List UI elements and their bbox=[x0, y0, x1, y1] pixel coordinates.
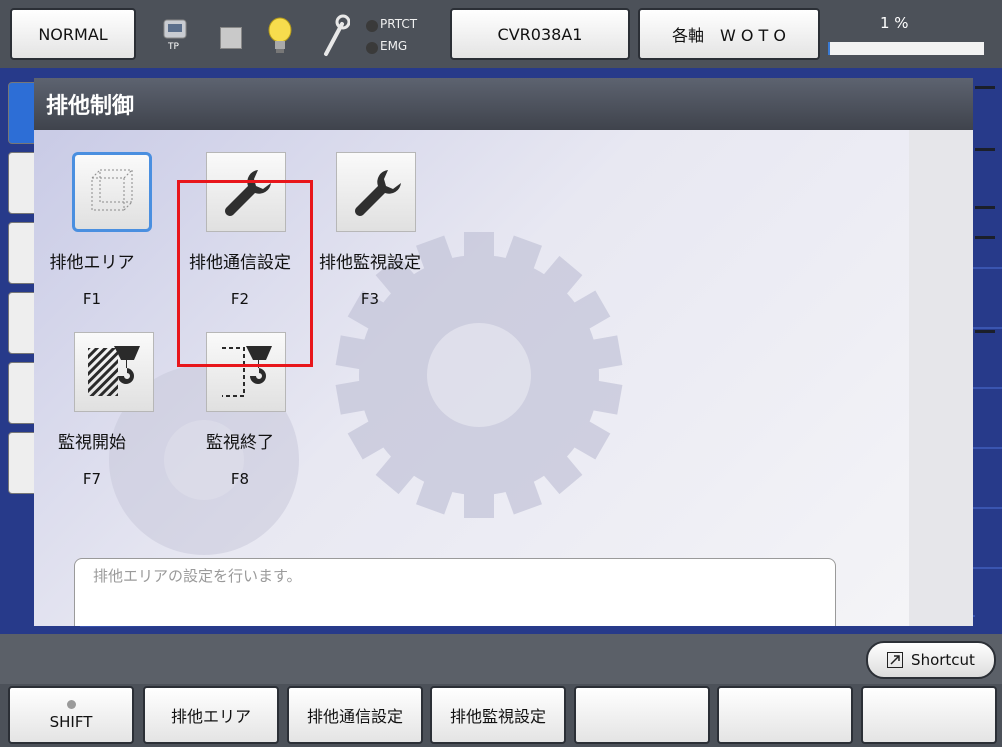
fkey-f5-button[interactable] bbox=[717, 686, 853, 744]
side-tab-2[interactable] bbox=[8, 152, 36, 214]
jog-mode-button[interactable]: 各軸 W O T O bbox=[638, 8, 820, 60]
fkey-f1-button[interactable]: 排他エリア bbox=[143, 686, 279, 744]
shift-label: SHIFT bbox=[49, 712, 93, 731]
menu-item-label: 監視開始 bbox=[58, 433, 126, 453]
mode-button[interactable]: NORMAL bbox=[10, 8, 136, 60]
fkey-f4-button[interactable] bbox=[574, 686, 710, 744]
shift-indicator-led bbox=[66, 699, 76, 709]
fkey-f1-label: 排他エリア bbox=[170, 707, 251, 726]
description-box: 排他エリアの設定を行います。 bbox=[74, 558, 836, 626]
speed-label: 1 % bbox=[880, 14, 909, 32]
monitor-start-icon bbox=[74, 332, 154, 412]
shortcut-button[interactable]: Shortcut bbox=[866, 641, 996, 679]
dialog-title: 排他制御 bbox=[34, 78, 973, 130]
selection-highlight-box bbox=[177, 180, 313, 367]
prtct-led bbox=[366, 20, 378, 32]
fkey-f2-button[interactable]: 排他通信設定 bbox=[287, 686, 423, 744]
fkey-f6-button[interactable] bbox=[861, 686, 997, 744]
shift-button[interactable]: SHIFT bbox=[8, 686, 134, 744]
side-tab-4[interactable] bbox=[8, 292, 36, 354]
area-box-icon bbox=[72, 152, 152, 232]
program-label: CVR038A1 bbox=[497, 24, 583, 44]
emg-label: EMG bbox=[380, 39, 408, 53]
lamp-icon bbox=[266, 16, 294, 56]
menu-item-label: 排他エリア bbox=[49, 253, 135, 273]
scale-mark bbox=[975, 148, 995, 151]
menu-item-key: F7 bbox=[82, 470, 102, 488]
scale-mark bbox=[975, 236, 995, 239]
menu-item-key: F1 bbox=[82, 290, 102, 308]
tp-label: TP bbox=[168, 42, 179, 52]
function-key-bar: SHIFT 排他エリア 排他通信設定 排他監視設定 bbox=[0, 684, 1002, 747]
prtct-label: PRTCT bbox=[380, 17, 418, 31]
program-button[interactable]: CVR038A1 bbox=[450, 8, 630, 60]
side-tab-6[interactable] bbox=[8, 432, 36, 494]
side-tab-5[interactable] bbox=[8, 362, 36, 424]
side-tab-1[interactable] bbox=[8, 82, 36, 144]
menu-item-key: F3 bbox=[360, 290, 380, 308]
shortcut-label: Shortcut bbox=[911, 651, 975, 669]
tool-wrench-icon bbox=[320, 14, 351, 58]
menu-item-monitor-start[interactable]: 監視開始 F7 bbox=[42, 318, 172, 493]
teach-pendant-icon[interactable]: TP bbox=[162, 16, 188, 54]
menu-item-label: 排他監視設定 bbox=[319, 253, 421, 273]
exclusive-control-dialog: 排他制御 排他エリア F1 排他通信設定 F2 排他監視設定 F3 監視開始 F… bbox=[34, 78, 973, 626]
fkey-f3-button[interactable]: 排他監視設定 bbox=[430, 686, 566, 744]
stop-status-icon bbox=[220, 27, 242, 49]
menu-item-exclusive-area[interactable]: 排他エリア F1 bbox=[40, 138, 170, 313]
fkey-f3-label: 排他監視設定 bbox=[449, 707, 546, 726]
menu-item-exclusive-monitor-settings[interactable]: 排他監視設定 F3 bbox=[304, 138, 434, 313]
scale-mark bbox=[975, 330, 995, 333]
scale-mark bbox=[975, 86, 995, 89]
speed-fill bbox=[828, 42, 830, 55]
dialog-body: 排他エリア F1 排他通信設定 F2 排他監視設定 F3 監視開始 F7 監視終… bbox=[34, 130, 909, 626]
dialog-side-panel bbox=[909, 130, 973, 626]
wrench-icon bbox=[336, 152, 416, 232]
status-bar: NORMAL TP PRTCT EMG CVR038A1 各軸 W O T O … bbox=[0, 0, 1002, 68]
mode-label: NORMAL bbox=[38, 24, 108, 44]
emg-led bbox=[366, 42, 378, 54]
fkey-f2-label: 排他通信設定 bbox=[306, 707, 403, 726]
jog-mode-label: 各軸 W O T O bbox=[671, 26, 787, 45]
shortcut-icon bbox=[887, 652, 904, 668]
side-tab-3[interactable] bbox=[8, 222, 36, 284]
menu-item-label: 監視終了 bbox=[206, 433, 274, 453]
scale-mark bbox=[975, 206, 995, 209]
speed-bar bbox=[828, 42, 984, 55]
menu-item-key: F8 bbox=[230, 470, 250, 488]
